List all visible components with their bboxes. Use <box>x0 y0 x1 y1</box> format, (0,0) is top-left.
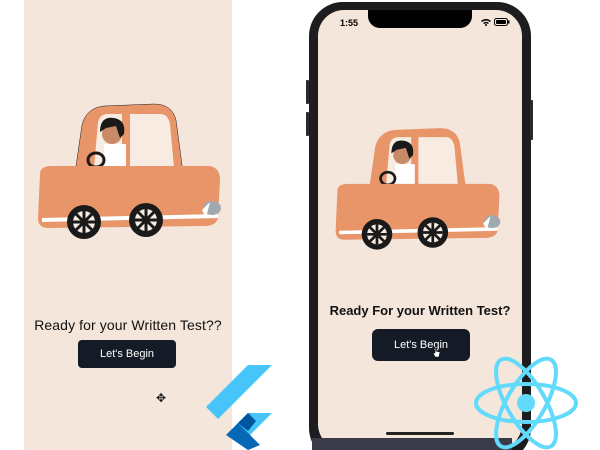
demo-stage: Ready for your Written Test?? Let's Begi… <box>0 0 600 450</box>
car-illustration <box>335 128 501 250</box>
battery-icon <box>494 18 510 26</box>
move-cursor-icon: ✥ <box>156 391 167 405</box>
volume-button <box>306 112 309 136</box>
pointer-cursor-icon <box>433 346 441 358</box>
flutter-app-screen: Ready for your Written Test?? Let's Begi… <box>24 0 232 450</box>
status-time: 1:55 <box>340 18 359 28</box>
page-title: Ready For your Written Test? <box>329 303 511 318</box>
page-title: Ready for your Written Test?? <box>34 317 222 333</box>
react-logo <box>474 356 578 450</box>
car-illustration <box>38 103 221 239</box>
power-button <box>530 100 533 140</box>
flutter-logo <box>206 365 272 450</box>
status-icons <box>481 18 510 26</box>
lets-begin-button[interactable]: Let's Begin <box>372 329 470 361</box>
lets-begin-button[interactable]: Let's Begin <box>78 340 176 368</box>
home-indicator <box>386 432 454 435</box>
notch <box>368 10 472 28</box>
wifi-icon <box>481 19 491 26</box>
volume-button <box>306 80 309 104</box>
